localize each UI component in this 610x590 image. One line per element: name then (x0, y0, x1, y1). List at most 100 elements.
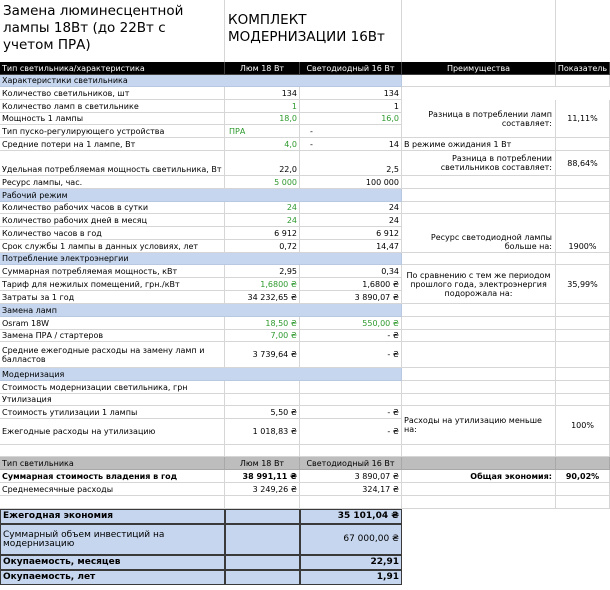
advantage-lamp-diff-label: Разница в потреблении ламп составляет: (402, 100, 556, 138)
ballast-replacement-lum: 7,00 ₴ (225, 330, 300, 342)
empty-cell (402, 330, 556, 342)
fixtures-count-lum: 134 (225, 87, 300, 100)
header-col-indicator: Показатель (556, 62, 610, 75)
empty-cell (402, 176, 556, 189)
row-label-service-life: Срок службы 1 лампы в данных условиях, л… (0, 240, 225, 253)
ballast-type-lum: ПРА (225, 125, 300, 138)
investment-value: 67 000,00 ₴ (300, 524, 402, 555)
empty-cell (402, 381, 556, 394)
summary-header-empty (402, 457, 556, 470)
row-label-tariff: Тариф для нежилых помещений, грн./кВт (0, 278, 225, 291)
empty-cell (556, 330, 610, 342)
empty-cell (402, 368, 556, 381)
hours-per-day-lum: 24 (225, 202, 300, 214)
lamps-per-fixture-lum: 1 (225, 100, 300, 113)
row-label-lamp-life: Ресурс лампы, час. (0, 176, 225, 189)
hours-per-day-led: 24 (300, 202, 402, 214)
ballast-type-led: - (300, 125, 402, 138)
advantage-life-value: 1900% (556, 214, 610, 253)
row-label-lamp-power: Мощность 1 лампы (0, 113, 225, 125)
empty-cell (556, 394, 610, 406)
row-label-hours-per-day: Количество рабочих часов в сутки (0, 202, 225, 214)
lamp-life-lum: 5 000 (225, 176, 300, 189)
empty-cell (556, 483, 610, 496)
section-modernization: Модернизация (0, 368, 402, 381)
advantage-disposal-value: 100% (556, 406, 610, 445)
specific-power-led-value: 2,5 (386, 165, 399, 174)
advantage-energy-value: 35,99% (556, 265, 610, 304)
sheet-title-left: Замена люминесцентной лампы 18Вт (до 22В… (3, 3, 184, 53)
empty-cell (556, 253, 610, 265)
specific-power-led: 2,5 (300, 151, 402, 176)
row-label-specific-power: Удельная потребляемая мощность светильни… (0, 151, 225, 176)
tco-led: 3 890,07 ₴ (300, 470, 402, 483)
section-lamp-replacement: Замена ламп (0, 304, 402, 317)
row-label-ballast-replacement: Замена ПРА / стартеров (0, 330, 225, 342)
tariff-lum: 1,6800 ₴ (225, 278, 300, 291)
row-label-disposal: Утилизация (0, 394, 225, 406)
hours-per-year-lum: 6 912 (225, 227, 300, 240)
osram-lum: 18,50 ₴ (225, 317, 300, 330)
service-life-led: 14,47 (300, 240, 402, 253)
empty-cell (402, 189, 556, 202)
fixtures-count-led: 134 (300, 87, 402, 100)
empty-cell (556, 304, 610, 317)
empty-cell (402, 304, 556, 317)
specific-power-lum-value: 22,0 (279, 165, 297, 174)
annual-cost-led: 3 890,07 ₴ (300, 291, 402, 304)
empty-cell (556, 189, 610, 202)
row-label-lamps-per-fixture: Количество ламп в светильнике (0, 100, 225, 113)
empty-cell (556, 496, 610, 509)
title-grid-line (401, 0, 402, 62)
header-col-type: Тип светильника/характеристика (0, 62, 225, 75)
header-col-lum: Люм 18 Вт (225, 62, 300, 75)
total-savings-value: 90,02% (556, 470, 610, 483)
title-grid-line (224, 0, 225, 62)
summary-header-led: Светодиодный 16 Вт (300, 457, 402, 470)
empty-row (0, 496, 225, 509)
annual-savings-value: 35 101,04 ₴ (300, 509, 402, 524)
ballast-replacement-led: - ₴ (300, 330, 402, 342)
advantage-lamp-diff-value: 11,11% (556, 100, 610, 138)
tariff-led: 1,6800 ₴ (300, 278, 402, 291)
row-label-total-power: Суммарная потребляемая мощность, кВт (0, 265, 225, 278)
empty-cell (225, 394, 300, 406)
empty-cell (556, 202, 610, 214)
header-col-led: Светодиодный 16 Вт (300, 62, 402, 75)
empty-cell (300, 496, 402, 509)
tco-lum: 38 991,11 ₴ (225, 470, 300, 483)
lamps-per-fixture-led: 1 (300, 100, 402, 113)
lamp-power-lum: 18,0 (225, 113, 300, 125)
empty-cell (225, 381, 300, 394)
empty-cell (402, 483, 556, 496)
annual-disposal-led: - ₴ (300, 419, 402, 445)
avg-loss-lum: 4,0 (225, 138, 300, 151)
total-power-led: 0,34 (300, 265, 402, 278)
advantage-fixture-diff-label: Разница в потреблении светильников соста… (402, 151, 556, 176)
advantage-energy-label: По сравнению с тем же периодом прошлого … (402, 265, 556, 304)
spreadsheet: Замена люминесцентной лампы 18Вт (до 22В… (0, 0, 610, 590)
empty-cell (556, 317, 610, 330)
row-label-avg-replacement: Средние ежегодные расходы на замену ламп… (0, 342, 225, 368)
specific-power-lum: 22,0 (225, 151, 300, 176)
empty-cell (402, 496, 556, 509)
row-label-avg-loss: Средние потери на 1 лампе, Вт (0, 138, 225, 151)
empty-cell (300, 394, 402, 406)
investment-spacer (225, 524, 300, 555)
empty-cell (556, 75, 610, 87)
payback-years-spacer (225, 570, 300, 585)
payback-months-spacer (225, 555, 300, 570)
row-label-fixtures-count: Количество светильников, шт (0, 87, 225, 100)
investment-label: Суммарный объем инвестиций на модернизац… (0, 524, 225, 555)
empty-cell (300, 445, 402, 457)
empty-cell (402, 445, 556, 457)
avg-loss-led: - 14 (300, 138, 402, 151)
header-col-advantages: Преимущества (402, 62, 556, 75)
days-per-month-lum: 24 (225, 214, 300, 227)
empty-cell (556, 176, 610, 189)
advantage-disposal-label: Расходы на утилизацию меньше на: (402, 406, 556, 445)
empty-cell (225, 496, 300, 509)
annual-disposal-lum: 1 018,83 ₴ (225, 419, 300, 445)
empty-cell (402, 317, 556, 330)
lamp-life-led: 100 000 (300, 176, 402, 189)
